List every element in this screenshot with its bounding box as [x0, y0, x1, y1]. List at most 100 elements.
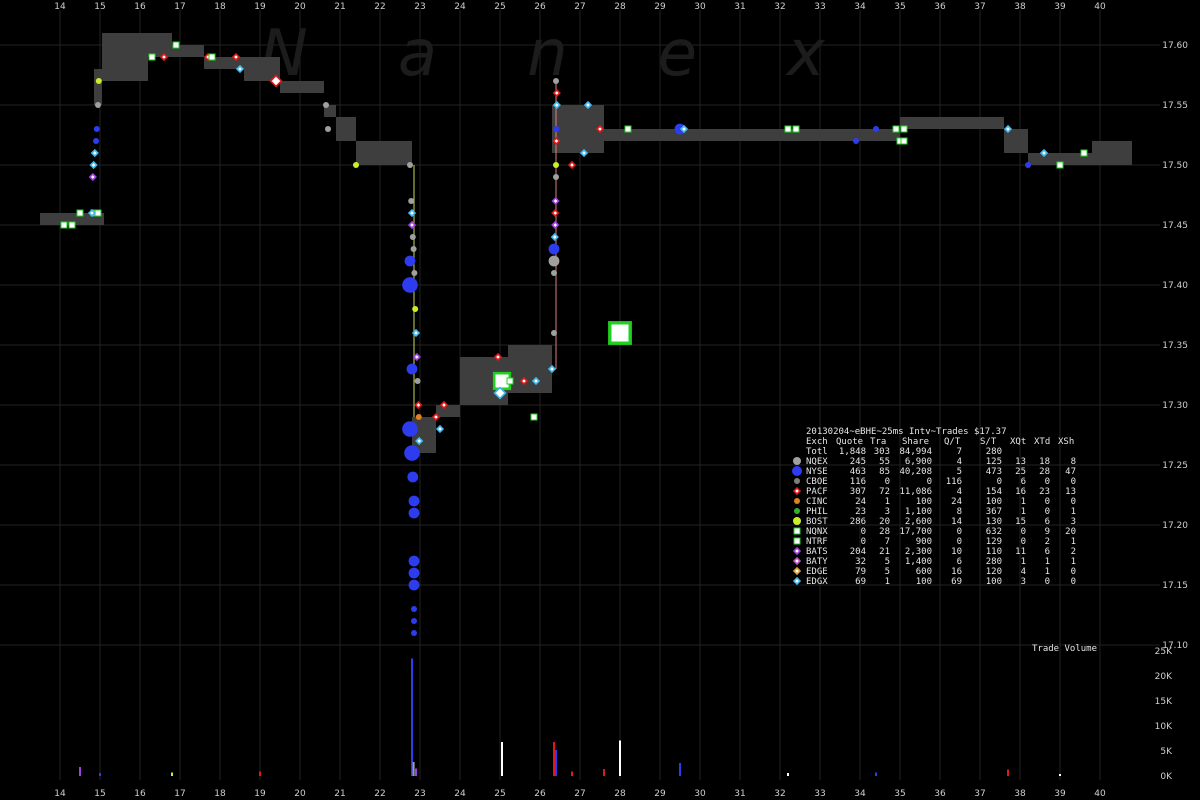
time-tick-label-top: 21	[334, 2, 345, 12]
trade-marker-ntrf	[68, 221, 76, 229]
time-tick-label-bottom: 23	[414, 789, 425, 799]
time-tick-label-top: 26	[534, 2, 546, 12]
time-tick-label-bottom: 32	[774, 789, 785, 799]
quote-band	[436, 405, 460, 417]
trade-marker-nyse	[553, 126, 560, 132]
time-tick-label-top: 25	[494, 2, 505, 12]
legend-marker-nqex	[793, 457, 801, 465]
table-row-cboe-col-8: 0	[1071, 477, 1076, 487]
legend-marker-nyse	[792, 466, 802, 476]
table-row-ntrf-col-2: 7	[885, 537, 890, 547]
quote-band	[108, 57, 148, 81]
table-row-nqnx-col-5: 632	[986, 527, 1002, 537]
trade-marker-nyse	[408, 495, 420, 507]
volume-bar-nyse	[875, 772, 877, 776]
table-total-row-col-4: 7	[957, 447, 962, 457]
time-tick-label-bottom: 25	[494, 789, 505, 799]
time-tick-label-bottom: 17	[174, 789, 185, 799]
trade-marker-nyse	[548, 243, 560, 255]
price-tick-label: 17.45	[1162, 221, 1188, 231]
time-tick-label-top: 38	[1014, 2, 1026, 12]
table-total-row-col-0: Totl	[806, 447, 828, 457]
trade-marker-nyse	[408, 507, 420, 519]
table-row-ntrf-col-7: 2	[1045, 537, 1050, 547]
trade-marker-nyse	[407, 471, 419, 483]
trade-marker-nyse	[408, 567, 420, 579]
price-tick-label: 17.40	[1162, 281, 1188, 291]
trade-marker-nqex	[408, 198, 415, 204]
volume-tick-label: 15K	[1155, 697, 1173, 707]
trade-marker-ntrf	[530, 413, 538, 421]
trade-marker-nyse	[404, 255, 416, 267]
volume-tick-label: 10K	[1155, 722, 1173, 732]
trade-marker-ntrf	[1056, 161, 1064, 169]
table-row-phil-col-6: 1	[1021, 507, 1026, 517]
table-row-pacf-col-6: 16	[1015, 487, 1026, 497]
time-tick-label-top: 14	[54, 2, 66, 12]
time-tick-label-bottom: 35	[894, 789, 905, 799]
trade-marker-nyse	[411, 606, 417, 612]
table-row-bost-col-4: 14	[951, 517, 962, 527]
trade-marker-nqex	[551, 330, 557, 336]
table-row-nqex-col-4: 4	[957, 457, 962, 467]
volume-bar-nyse	[679, 763, 681, 776]
table-row-phil-col-7: 0	[1045, 507, 1050, 517]
table-row-edge-col-0: EDGE	[806, 567, 828, 577]
trade-marker-nqex	[409, 234, 416, 240]
table-row-nqex-col-1: 245	[850, 457, 866, 467]
quote-band	[108, 33, 172, 57]
table-row-cinc-col-6: 1	[1021, 497, 1026, 507]
table-row-edgx-col-6: 3	[1021, 577, 1026, 587]
trade-marker-nyse	[873, 126, 879, 132]
table-row-cboe-col-3: 0	[927, 477, 932, 487]
trade-marker-ntrf	[608, 321, 632, 345]
time-tick-label-top: 35	[894, 2, 905, 12]
table-row-nqex-col-6: 13	[1015, 457, 1026, 467]
table-row-edgx-col-0: EDGX	[806, 577, 828, 587]
time-tick-label-top: 31	[734, 2, 745, 12]
table-row-bost-col-8: 3	[1071, 517, 1076, 527]
table-row-nyse-col-1: 463	[850, 467, 866, 477]
table-row-edgx-col-4: 69	[951, 577, 962, 587]
table-row-bats-col-1: 204	[850, 547, 866, 557]
time-tick-label-bottom: 19	[254, 789, 266, 799]
time-tick-label-bottom: 31	[734, 789, 745, 799]
time-tick-label-bottom: 20	[294, 789, 306, 799]
table-row-phil-col-4: 8	[957, 507, 962, 517]
table-row-ntrf-col-8: 1	[1071, 537, 1076, 547]
time-tick-label-top: 23	[414, 2, 425, 12]
quote-band	[94, 69, 102, 105]
table-row-pacf-col-2: 72	[879, 487, 890, 497]
price-tick-label: 17.25	[1162, 461, 1188, 471]
time-tick-label-bottom: 16	[134, 789, 146, 799]
table-row-nyse-col-6: 25	[1015, 467, 1026, 477]
trade-marker-ntrf	[892, 125, 900, 133]
time-tick-label-top: 30	[694, 2, 706, 12]
time-tick-label-top: 28	[614, 2, 626, 12]
trade-marker-ntrf	[624, 125, 632, 133]
time-tick-label-bottom: 15	[94, 789, 105, 799]
trade-marker-nyse	[853, 138, 859, 144]
table-row-nyse-col-7: 28	[1039, 467, 1050, 477]
time-tick-label-top: 15	[94, 2, 105, 12]
price-tick-label: 17.30	[1162, 401, 1188, 411]
time-tick-label-bottom: 28	[614, 789, 626, 799]
legend-marker-cinc	[794, 498, 800, 504]
volume-bar-bats	[79, 767, 81, 776]
time-tick-label-top: 17	[174, 2, 185, 12]
table-row-edgx-col-7: 0	[1045, 577, 1050, 587]
trade-marker-nqex	[411, 270, 418, 276]
table-row-nyse-col-4: 5	[957, 467, 962, 477]
table-row-cboe-col-2: 0	[885, 477, 890, 487]
table-header-cell: XSh	[1058, 437, 1074, 447]
time-tick-label-top: 37	[974, 2, 985, 12]
table-row-bost-col-6: 15	[1015, 517, 1026, 527]
quote-band	[356, 141, 412, 165]
table-row-bost-col-7: 6	[1045, 517, 1050, 527]
trade-marker-ntrf	[148, 53, 156, 61]
time-tick-label-bottom: 22	[374, 789, 385, 799]
time-tick-label-bottom: 26	[534, 789, 546, 799]
table-row-nqex-col-2: 55	[879, 457, 890, 467]
trade-marker-nqex	[553, 174, 559, 180]
table-header-cell: Exch	[806, 437, 828, 447]
